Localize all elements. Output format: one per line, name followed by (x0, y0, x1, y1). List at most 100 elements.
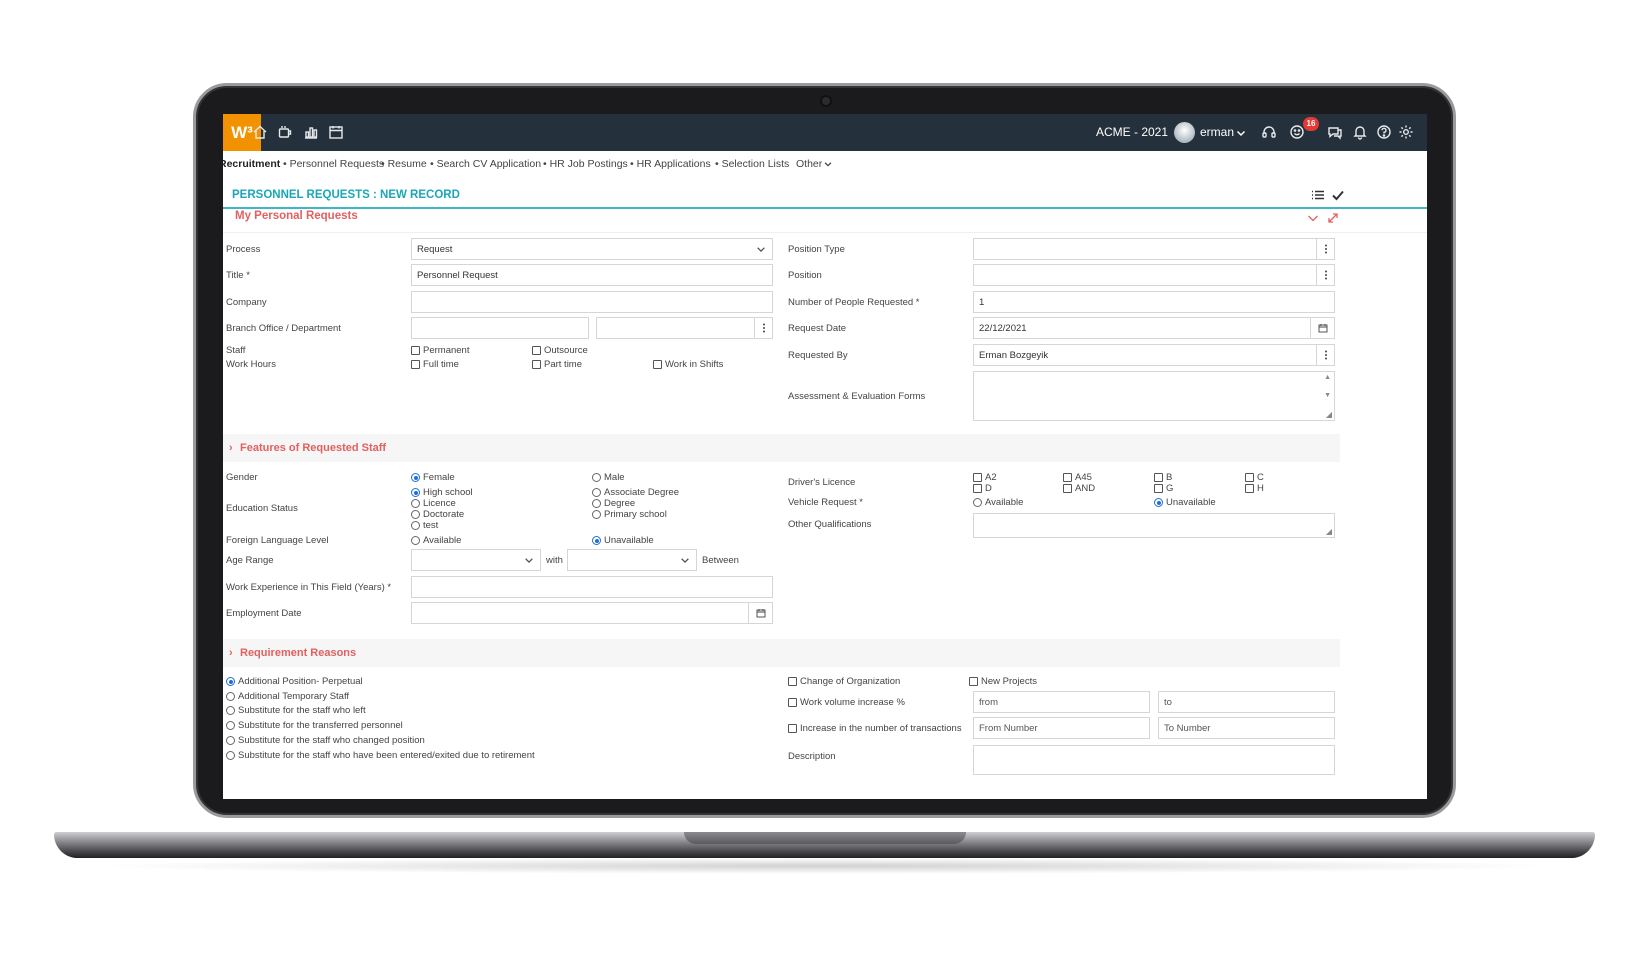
age-to-select[interactable] (567, 549, 697, 571)
primary-school-radio[interactable]: Primary school (592, 509, 667, 520)
new-projects-checkbox[interactable]: New Projects (969, 676, 1037, 687)
female-radio[interactable]: Female (411, 472, 455, 483)
nav-hr-applications[interactable]: • HR Applications (630, 158, 711, 170)
home-icon[interactable] (252, 124, 268, 140)
company-selector[interactable]: ACME - 2021 (1096, 125, 1168, 139)
outsource-checkbox[interactable]: Outsource (532, 345, 588, 356)
reason-substitute-transferred-radio[interactable]: Substitute for the transferred personnel (226, 720, 403, 731)
people-requested-input[interactable]: 1 (973, 291, 1335, 313)
change-organization-checkbox[interactable]: Change of Organization (788, 676, 900, 687)
reason-additional-temporary-radio[interactable]: Additional Temporary Staff (226, 691, 349, 702)
permanent-checkbox[interactable]: Permanent (411, 345, 469, 356)
title-input[interactable]: Personnel Request (411, 264, 773, 286)
chevron-right-icon[interactable]: › (229, 647, 233, 659)
work-volume-checkbox[interactable]: Work volume increase % (788, 697, 905, 708)
collapse-chevron-icon[interactable] (1307, 211, 1319, 223)
nav-search-cv[interactable]: • Search CV Application (430, 158, 541, 170)
licence-h-checkbox[interactable]: H (1245, 483, 1264, 494)
licence-b-checkbox[interactable]: B (1154, 472, 1172, 483)
app-screen: W³ ACME - 2021 erman 16 Recruitment • Pe… (223, 114, 1427, 799)
resize-handle-icon[interactable]: ◢ (1326, 410, 1332, 419)
user-menu[interactable]: erman (1200, 125, 1234, 139)
doctorate-radio[interactable]: Doctorate (411, 509, 464, 520)
more-vert-icon[interactable] (1316, 265, 1334, 285)
nav-other[interactable]: Other (796, 158, 822, 170)
list-icon[interactable] (1311, 188, 1325, 202)
chevron-right-icon[interactable]: › (229, 442, 233, 454)
licence-a2-checkbox[interactable]: A2 (973, 472, 997, 483)
reason-substitute-changed-radio[interactable]: Substitute for the staff who changed pos… (226, 735, 425, 746)
request-date-input[interactable]: 22/12/2021 (973, 317, 1335, 339)
nav-selection-lists[interactable]: • Selection Lists (715, 158, 789, 170)
more-vert-icon[interactable] (754, 318, 772, 338)
degree-radio[interactable]: Degree (592, 498, 635, 509)
features-section-header[interactable] (223, 434, 1340, 462)
department-input[interactable] (596, 317, 773, 339)
reason-additional-perpetual-radio[interactable]: Additional Position- Perpetual (226, 676, 363, 687)
chevron-down-icon[interactable] (1235, 126, 1247, 138)
save-check-icon[interactable] (1331, 188, 1345, 202)
company-input[interactable] (411, 291, 773, 313)
reason-substitute-retirement-radio[interactable]: Substitute for the staff who have been e… (226, 750, 535, 761)
transactions-from-input[interactable]: From Number (973, 717, 1150, 739)
gear-icon[interactable] (1398, 124, 1414, 140)
language-unavailable-radio[interactable]: Unavailable (592, 535, 654, 546)
age-from-select[interactable] (411, 549, 541, 571)
work-volume-from-input[interactable]: from (973, 691, 1150, 713)
coffee-icon[interactable] (277, 124, 293, 140)
expand-icon[interactable] (1327, 211, 1339, 223)
vehicle-available-radio[interactable]: Available (973, 497, 1023, 508)
more-vert-icon[interactable] (1316, 345, 1334, 365)
full-time-checkbox[interactable]: Full time (411, 359, 459, 370)
position-input[interactable] (973, 264, 1335, 286)
nav-personnel-requests[interactable]: • Personnel Requests (283, 158, 384, 170)
calendar-icon[interactable] (328, 124, 344, 140)
work-volume-to-input[interactable]: to (1158, 691, 1335, 713)
vehicle-unavailable-radio[interactable]: Unavailable (1154, 497, 1216, 508)
calendar-icon[interactable] (1310, 318, 1334, 338)
help-icon[interactable] (1376, 124, 1392, 140)
drivers-licence-label: Driver's Licence (788, 477, 856, 488)
chart-icon[interactable] (303, 124, 319, 140)
requested-by-input[interactable]: Erman Bozgeyik (973, 344, 1335, 366)
resize-handle-icon[interactable]: ◢ (1326, 527, 1332, 536)
work-in-shifts-checkbox[interactable]: Work in Shifts (653, 359, 723, 370)
licence-c-checkbox[interactable]: C (1245, 472, 1264, 483)
scroll-down-icon[interactable]: ▼ (1324, 392, 1331, 399)
associate-degree-radio[interactable]: Associate Degree (592, 487, 679, 498)
calendar-icon[interactable] (748, 603, 772, 623)
between-label: Between (702, 555, 739, 566)
chat-icon[interactable] (1327, 124, 1343, 140)
licence-a45-checkbox[interactable]: A45 (1063, 472, 1092, 483)
language-available-radio[interactable]: Available (411, 535, 461, 546)
more-vert-icon[interactable] (1316, 239, 1334, 259)
nav-recruitment[interactable]: Recruitment (223, 158, 280, 170)
reasons-section-header[interactable] (223, 639, 1340, 667)
assessment-textarea[interactable]: ▲ ▼ ◢ (973, 371, 1335, 421)
employment-date-input[interactable] (411, 602, 773, 624)
other-qualifications-textarea[interactable]: ◢ (973, 513, 1335, 538)
licence-and-checkbox[interactable]: AND (1063, 483, 1095, 494)
licence-g-checkbox[interactable]: G (1154, 483, 1173, 494)
licence-radio[interactable]: Licence (411, 498, 456, 509)
description-textarea[interactable] (973, 745, 1335, 775)
chevron-down-icon[interactable] (823, 159, 833, 169)
transactions-checkbox[interactable]: Increase in the number of transactions (788, 723, 962, 734)
nav-hr-job-postings[interactable]: • HR Job Postings (543, 158, 628, 170)
position-type-input[interactable] (973, 238, 1335, 260)
branch-input[interactable] (411, 317, 589, 339)
transactions-to-input[interactable]: To Number (1158, 717, 1335, 739)
licence-d-checkbox[interactable]: D (973, 483, 992, 494)
high-school-radio[interactable]: High school (411, 487, 473, 498)
scroll-up-icon[interactable]: ▲ (1324, 374, 1331, 381)
test-radio[interactable]: test (411, 520, 438, 531)
headset-icon[interactable] (1261, 124, 1277, 140)
process-select[interactable]: Request (411, 238, 773, 260)
nav-resume[interactable]: • Resume (381, 158, 427, 170)
male-radio[interactable]: Male (592, 472, 625, 483)
reason-substitute-left-radio[interactable]: Substitute for the staff who left (226, 705, 366, 716)
bell-icon[interactable] (1352, 124, 1368, 140)
avatar[interactable] (1174, 122, 1195, 143)
part-time-checkbox[interactable]: Part time (532, 359, 582, 370)
experience-input[interactable] (411, 576, 773, 598)
